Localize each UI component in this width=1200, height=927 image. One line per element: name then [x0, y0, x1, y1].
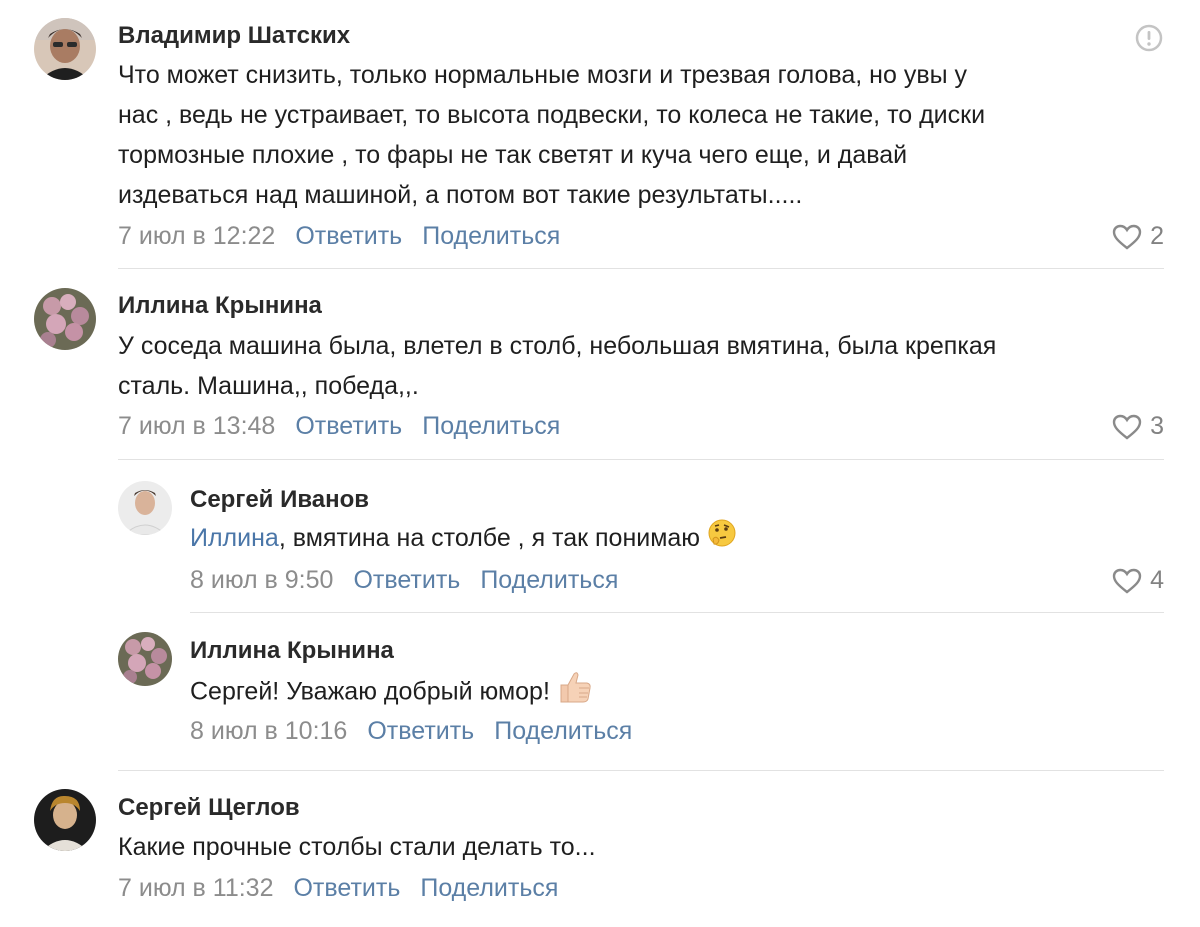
comment-date[interactable]: 7 июл в 11:32 [118, 874, 273, 903]
reply-button[interactable]: Ответить [293, 874, 400, 903]
comment-author[interactable]: Сергей Иванов [190, 486, 369, 514]
comment-text: Иллина, вмятина на столбе , я так понима… [190, 518, 1150, 560]
comment-text-line: тормозные плохие , то фары не так светят… [118, 141, 908, 169]
divider [118, 770, 1164, 771]
comment-text: У соседа машина была, влетел в столб, не… [118, 326, 1168, 406]
reply-button[interactable]: Ответить [367, 717, 474, 746]
comment-meta: 8 июл в 9:50 Ответить Поделиться [190, 566, 618, 595]
like-button[interactable]: 4 [1112, 566, 1164, 595]
heart-icon [1112, 568, 1142, 594]
reply-button[interactable]: Ответить [353, 566, 460, 595]
like-count: 4 [1150, 566, 1164, 594]
comment-author[interactable]: Владимир Шатских [118, 22, 350, 50]
reply-button[interactable]: Ответить [295, 222, 402, 251]
comment-text-body: Какие прочные столбы стали делать то... [118, 833, 596, 861]
heart-icon [1112, 224, 1142, 250]
share-button[interactable]: Поделиться [420, 874, 558, 903]
reply-button[interactable]: Ответить [295, 412, 402, 441]
heart-icon [1112, 414, 1142, 440]
divider [118, 459, 1164, 460]
mention-link[interactable]: Иллина [190, 524, 279, 552]
avatar[interactable] [34, 288, 96, 350]
comment-author[interactable]: Сергей Щеглов [118, 794, 300, 822]
comment-meta: 7 июл в 11:32 Ответить Поделиться [118, 874, 558, 903]
comment-meta: 8 июл в 10:16 Ответить Поделиться [190, 717, 632, 746]
comment-text-line: нас , ведь не устраивает, то высота подв… [118, 101, 986, 129]
comment-text-line: У соседа машина была, влетел в столб, не… [118, 332, 997, 360]
like-count: 3 [1150, 412, 1164, 440]
like-count: 2 [1150, 222, 1164, 250]
comment-text-line: Что может снизить, только нормальные моз… [118, 61, 968, 89]
comment-meta: 7 июл в 13:48 Ответить Поделиться [118, 412, 560, 441]
comment-author[interactable]: Иллина Крынина [190, 637, 394, 665]
comment-text-line: сталь. Машина,, победа,,. [118, 372, 419, 400]
comment-date[interactable]: 8 июл в 9:50 [190, 566, 333, 595]
thumbs-up-icon [557, 670, 593, 716]
share-button[interactable]: Поделиться [480, 566, 618, 595]
share-button[interactable]: Поделиться [422, 412, 560, 441]
share-button[interactable]: Поделиться [494, 717, 632, 746]
like-button[interactable]: 2 [1112, 222, 1164, 251]
divider [118, 268, 1164, 269]
comment-date[interactable]: 7 июл в 12:22 [118, 222, 275, 251]
avatar[interactable] [34, 789, 96, 851]
comment-meta: 7 июл в 12:22 Ответить Поделиться [118, 222, 560, 251]
avatar[interactable] [118, 481, 172, 535]
comment-text: Какие прочные столбы стали делать то... [118, 827, 1168, 867]
thinking-face-icon [707, 518, 737, 560]
comment-text: Что может снизить, только нормальные моз… [118, 55, 1168, 215]
exclamation-circle-icon[interactable] [1134, 23, 1164, 53]
comment-text-body: Сергей! Уважаю добрый юмор! [190, 677, 550, 706]
comment-author[interactable]: Иллина Крынина [118, 292, 322, 320]
comment-date[interactable]: 7 июл в 13:48 [118, 412, 275, 441]
like-button[interactable]: 3 [1112, 412, 1164, 441]
comment-text-line: издеваться над машиной, а потом вот таки… [118, 181, 803, 209]
divider [190, 612, 1164, 613]
comment-date[interactable]: 8 июл в 10:16 [190, 717, 347, 746]
avatar[interactable] [118, 632, 172, 686]
avatar[interactable] [34, 18, 96, 80]
comment-text-body: , вмятина на столбе , я так понимаю [278, 524, 701, 552]
share-button[interactable]: Поделиться [422, 222, 560, 251]
comment-text: Сергей! Уважаю добрый юмор! [190, 670, 1150, 716]
